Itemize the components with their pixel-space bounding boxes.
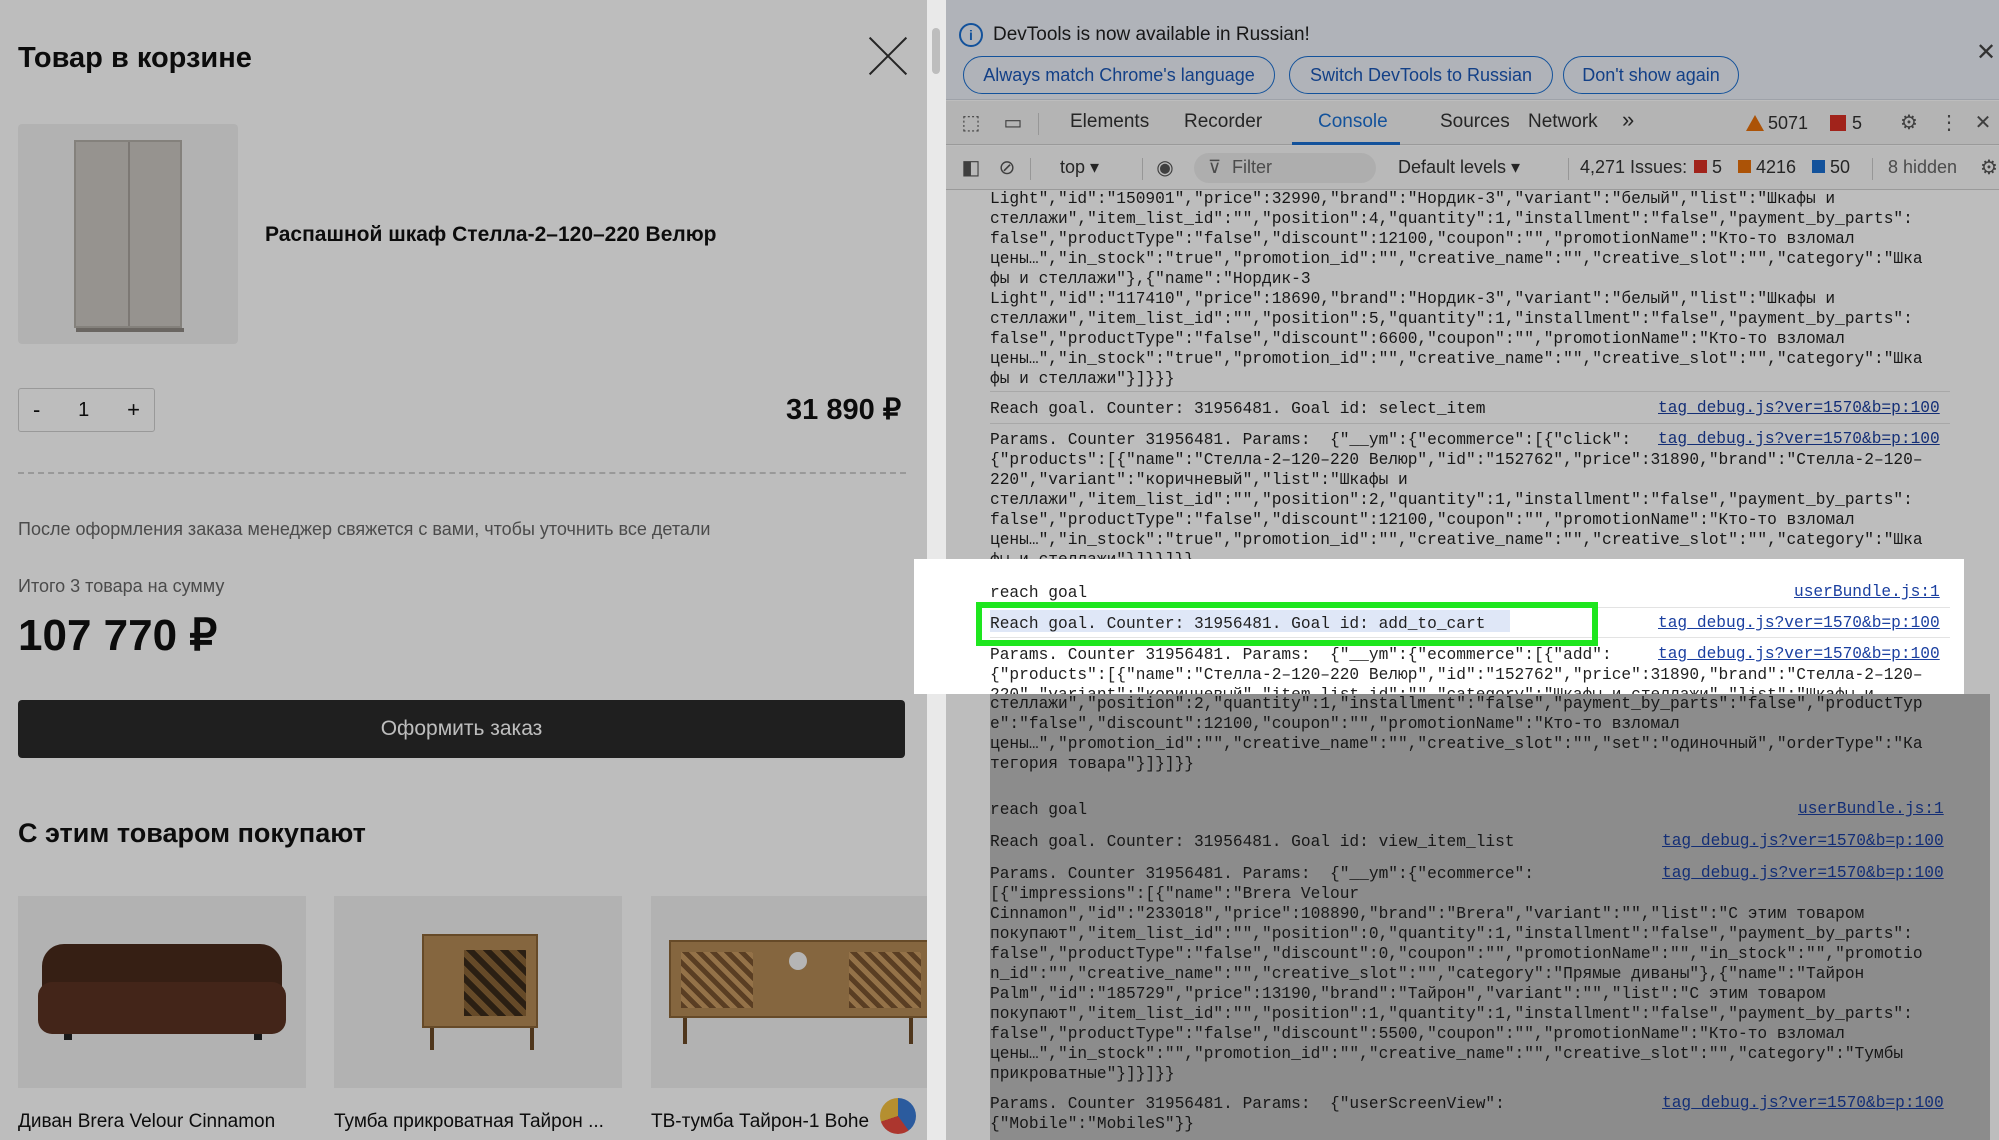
filter-placeholder[interactable]: Filter bbox=[1232, 157, 1272, 178]
highlight-box bbox=[976, 602, 1598, 646]
divider bbox=[1030, 158, 1031, 180]
more-tabs-icon[interactable]: » bbox=[1622, 107, 1634, 133]
log-entry: Params. Counter 31956481. Params: {"__ym… bbox=[990, 431, 1923, 569]
close-devtools-icon[interactable]: ✕ bbox=[1970, 111, 1996, 135]
hidden-count[interactable]: 8 hidden bbox=[1888, 157, 1957, 178]
sofa-leg bbox=[254, 1034, 262, 1040]
sofa-leg bbox=[64, 1034, 72, 1040]
issue-info-icon bbox=[1812, 160, 1825, 173]
clear-console-icon[interactable]: ⊘ bbox=[994, 156, 1020, 180]
divider bbox=[18, 472, 906, 474]
product-image[interactable] bbox=[18, 124, 238, 344]
sofa-seat bbox=[38, 982, 286, 1034]
tv-stand-pattern bbox=[681, 952, 753, 1008]
checkout-button[interactable]: Оформить заказ bbox=[18, 700, 905, 758]
product-price: 31 890 ₽ bbox=[786, 394, 902, 426]
cart-title: Товар в корзине bbox=[18, 42, 252, 74]
tab-network[interactable]: Network bbox=[1528, 111, 1598, 133]
total-label: Итого 3 товара на сумму bbox=[18, 576, 225, 596]
active-tab-indicator bbox=[1292, 142, 1400, 145]
qty-minus-button[interactable]: - bbox=[33, 397, 40, 423]
nightstand-leg bbox=[530, 1028, 534, 1050]
scrollbar-thumb[interactable] bbox=[932, 28, 940, 74]
recommendation-card[interactable] bbox=[18, 896, 306, 1088]
total-amount: 107 770 ₽ bbox=[18, 611, 218, 660]
log-source-link[interactable]: tag_debug.js?ver=1570&b=p:100 bbox=[1658, 645, 1940, 663]
console-toolbar: ◧ ⊘ top ▾ ◉ ⊽ Filter Default levels ▾ 4,… bbox=[946, 146, 1999, 190]
nightstand-picture bbox=[422, 934, 538, 1028]
error-count[interactable]: 5 bbox=[1852, 113, 1862, 134]
qty-plus-button[interactable]: + bbox=[127, 397, 140, 423]
divider bbox=[1038, 113, 1039, 135]
cart-modal: Товар в корзине Распашной шкаф Стелла-2–… bbox=[0, 0, 927, 1140]
wardrobe-picture bbox=[74, 140, 184, 332]
error-icon bbox=[1830, 115, 1846, 131]
recommendation-title[interactable]: ТВ-тумба Тайрон-1 Bohe bbox=[651, 1111, 869, 1133]
recommendation-card[interactable] bbox=[651, 896, 927, 1088]
log-entry: Light","id":"150901","price":32990,"bran… bbox=[990, 191, 1923, 388]
match-language-button[interactable]: Always match Chrome's language bbox=[963, 56, 1275, 94]
more-options-icon[interactable]: ⋮ bbox=[1936, 111, 1962, 135]
log-separator bbox=[990, 423, 1950, 424]
tv-stand-leg bbox=[909, 1018, 913, 1044]
qty-value[interactable]: 1 bbox=[78, 399, 89, 422]
inspect-element-icon[interactable]: ⬚ bbox=[958, 111, 984, 135]
log-source-link[interactable]: tag_debug.js?ver=1570&b=p:100 bbox=[1658, 430, 1940, 448]
nightstand-leg bbox=[430, 1028, 434, 1050]
product-name[interactable]: Распашной шкаф Стелла-2–120–220 Велюр bbox=[265, 223, 717, 247]
switch-language-button[interactable]: Switch DevTools to Russian bbox=[1289, 56, 1553, 94]
chat-widget-icon[interactable] bbox=[880, 1098, 916, 1134]
devtools-tabbar: ⬚ ▭ Elements Recorder Console Sources Ne… bbox=[946, 101, 1999, 145]
divider bbox=[1568, 158, 1569, 180]
quantity-stepper: - 1 + bbox=[18, 388, 155, 432]
infobar-message: DevTools is now available in Russian! bbox=[993, 24, 1310, 45]
tab-elements[interactable]: Elements bbox=[1070, 111, 1149, 133]
live-expression-eye-icon[interactable]: ◉ bbox=[1152, 156, 1178, 180]
warning-icon bbox=[1746, 115, 1764, 131]
also-bought-title: С этим товаром покупают bbox=[18, 818, 366, 848]
filter-input[interactable] bbox=[1194, 153, 1376, 183]
issue-warning-icon bbox=[1738, 160, 1751, 173]
issues-error-count[interactable]: 5 bbox=[1712, 157, 1722, 178]
nightstand-door bbox=[464, 950, 526, 1016]
overlay-dim bbox=[990, 694, 1990, 1140]
log-source-link[interactable]: tag_debug.js?ver=1570&b=p:100 bbox=[1658, 614, 1940, 632]
order-note: После оформления заказа менеджер свяжетс… bbox=[18, 519, 711, 539]
tv-stand-picture bbox=[669, 940, 927, 1018]
settings-gear-icon[interactable]: ⚙ bbox=[1896, 111, 1922, 135]
divider bbox=[1142, 158, 1143, 180]
issues-info-count[interactable]: 50 bbox=[1830, 157, 1850, 178]
log-levels-dropdown[interactable]: Default levels ▾ bbox=[1398, 157, 1520, 178]
tv-stand-pattern bbox=[849, 952, 921, 1008]
console-log-lower: 220","variant":"коричневый","item_list_i… bbox=[990, 694, 1990, 1140]
close-icon[interactable]: ✕ bbox=[1976, 38, 1996, 67]
log-entry: reach goal bbox=[990, 584, 1088, 602]
issues-warning-count[interactable]: 4216 bbox=[1756, 157, 1796, 178]
console-settings-icon[interactable]: ⚙ bbox=[1976, 156, 1999, 180]
issue-error-icon bbox=[1694, 160, 1707, 173]
tv-stand-hole bbox=[789, 952, 807, 970]
info-icon: i bbox=[959, 23, 983, 47]
log-separator bbox=[990, 391, 1950, 392]
language-infobar: i DevTools is now available in Russian! … bbox=[946, 0, 1999, 100]
recommendation-title[interactable]: Тумба прикроватная Тайрон ... bbox=[334, 1111, 604, 1133]
recommendation-card[interactable] bbox=[334, 896, 622, 1088]
issues-label[interactable]: 4,271 Issues: bbox=[1580, 157, 1687, 178]
warning-count[interactable]: 5071 bbox=[1768, 113, 1808, 134]
dont-show-again-button[interactable]: Don't show again bbox=[1563, 56, 1739, 94]
tab-recorder[interactable]: Recorder bbox=[1184, 111, 1262, 133]
sidebar-toggle-icon[interactable]: ◧ bbox=[958, 156, 984, 180]
recommendation-title[interactable]: Диван Brera Velour Cinnamon bbox=[18, 1111, 275, 1133]
log-source-link[interactable]: userBundle.js:1 bbox=[1794, 583, 1940, 601]
log-source-link[interactable]: tag_debug.js?ver=1570&b=p:100 bbox=[1658, 399, 1940, 417]
close-icon[interactable] bbox=[868, 36, 908, 76]
filter-icon: ⊽ bbox=[1208, 157, 1222, 177]
divider bbox=[1872, 158, 1873, 180]
context-selector[interactable]: top ▾ bbox=[1060, 157, 1099, 178]
tab-console[interactable]: Console bbox=[1318, 111, 1388, 133]
device-toolbar-icon[interactable]: ▭ bbox=[1000, 111, 1026, 135]
tv-stand-leg bbox=[683, 1018, 687, 1044]
tab-sources[interactable]: Sources bbox=[1440, 111, 1510, 133]
